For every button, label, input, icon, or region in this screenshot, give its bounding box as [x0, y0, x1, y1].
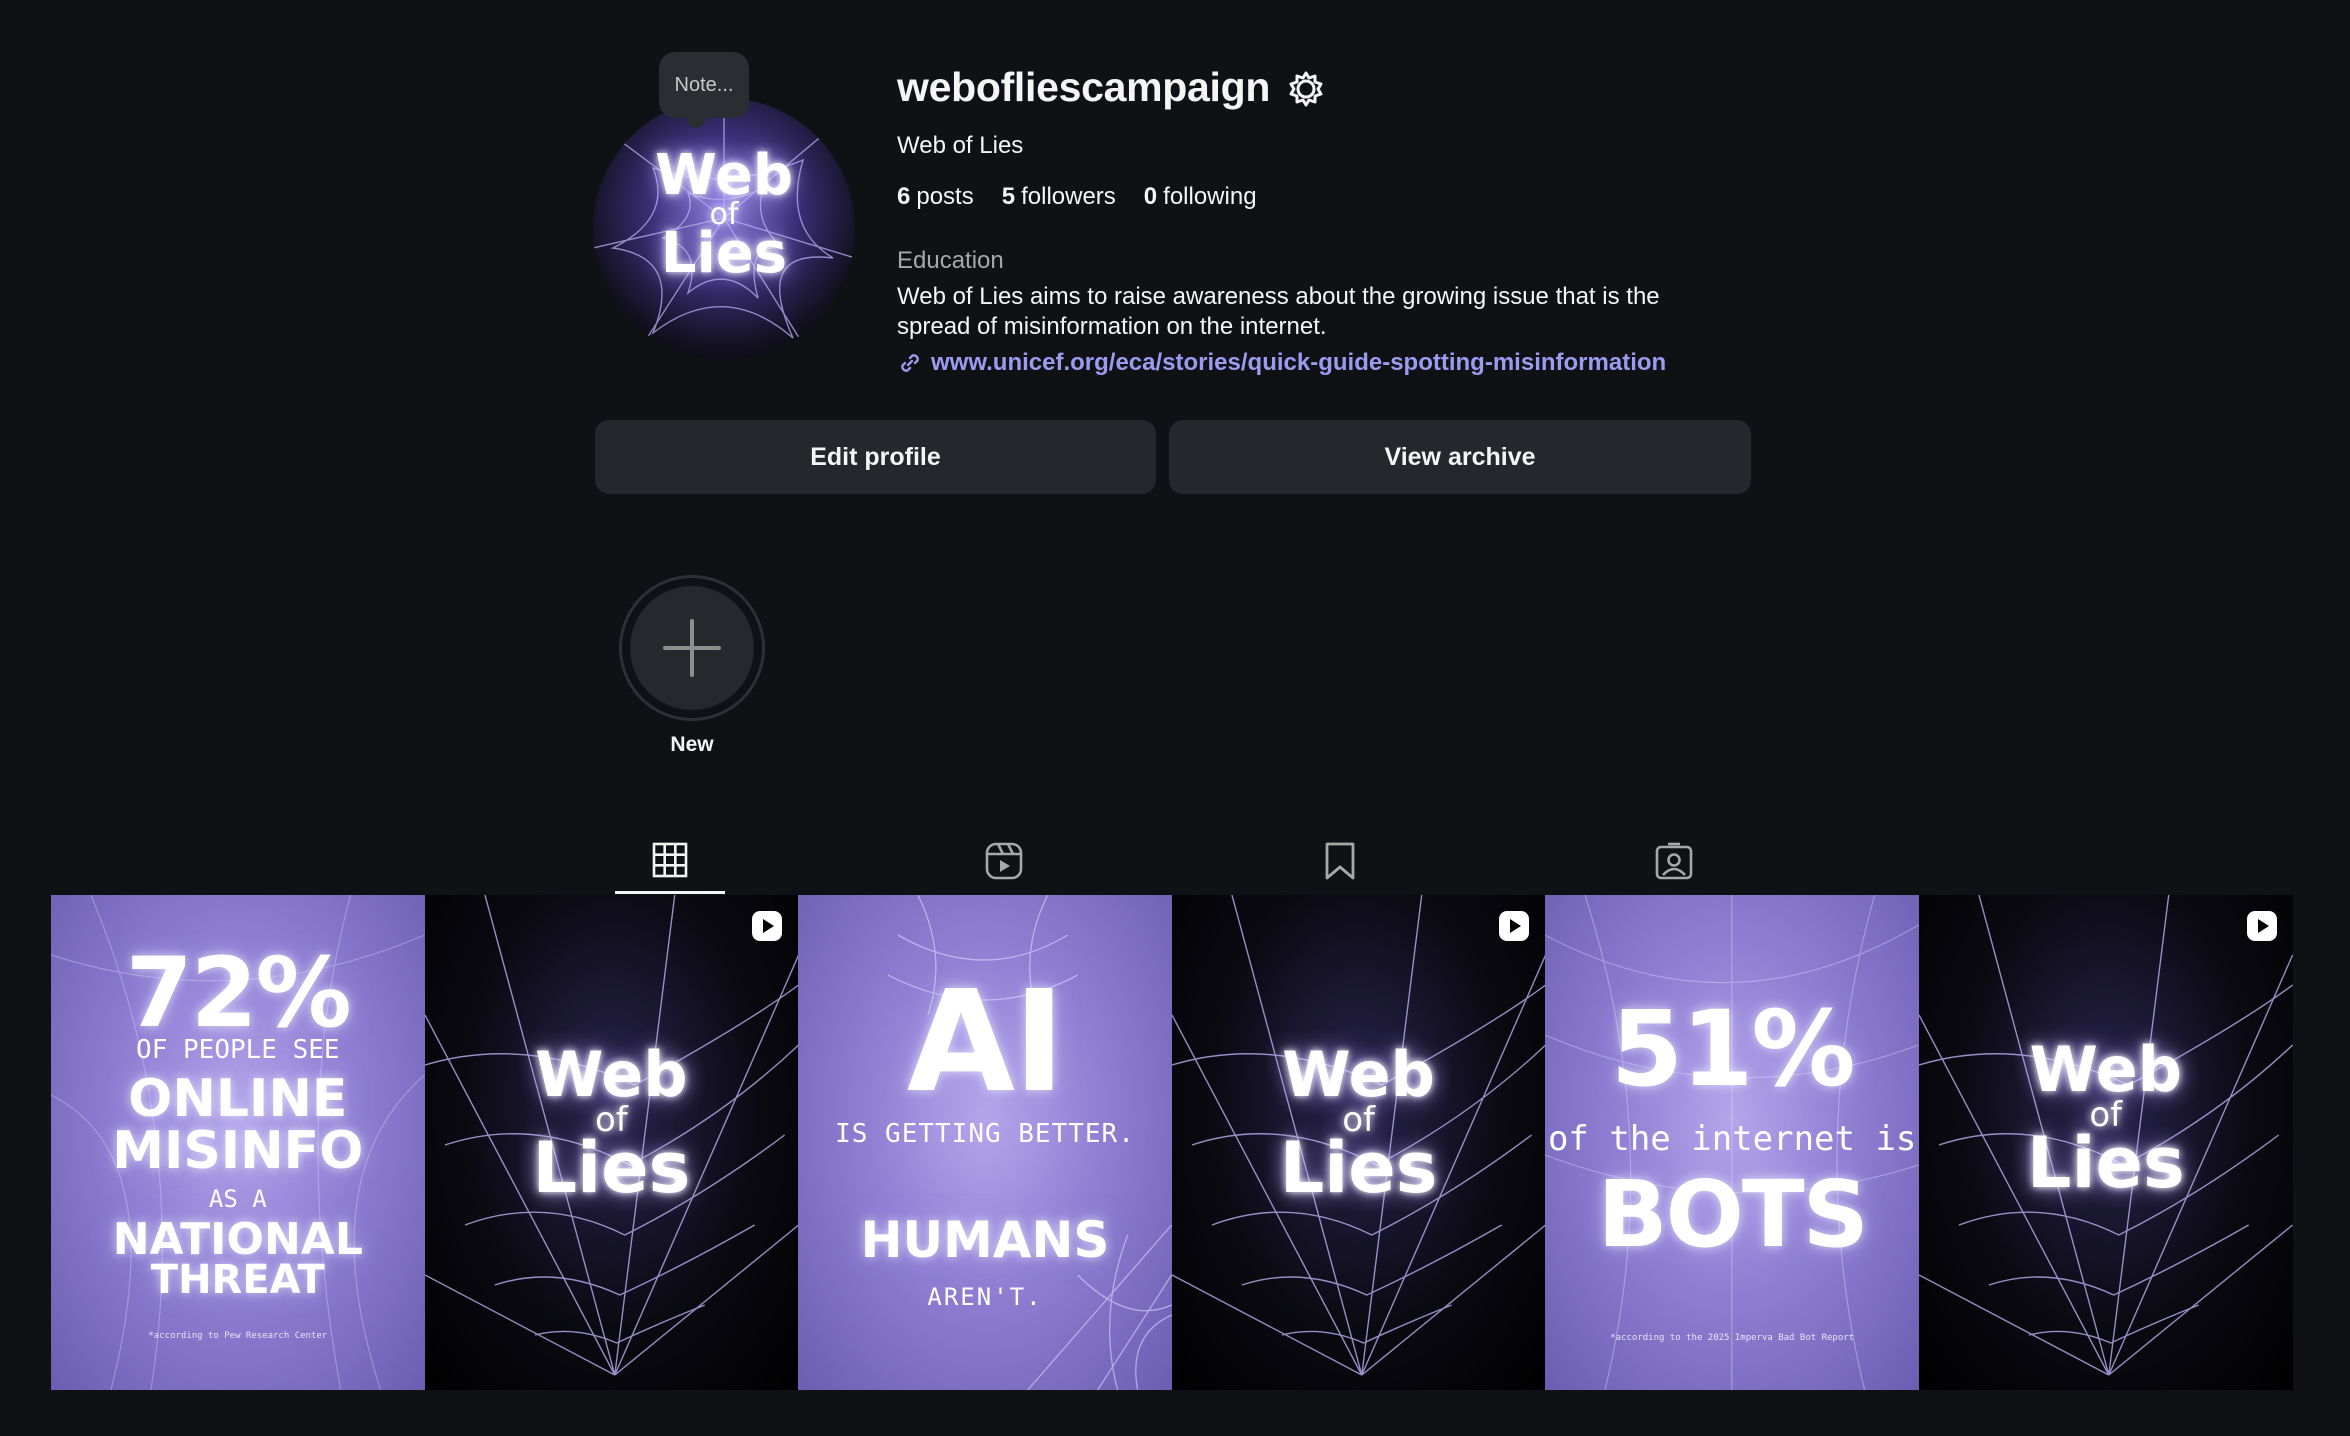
post-text-line: BOTS [1597, 1161, 1868, 1268]
full-name: Web of Lies [897, 132, 1024, 159]
post-footnote: *according to the 2025 Imperva Bad Bot R… [1610, 1333, 1855, 1343]
username: webofliescampaign [897, 64, 1271, 110]
profile-category: Education [897, 247, 1004, 274]
profile-avatar[interactable]: Web of Lies [593, 98, 855, 360]
post-text-line: THREAT [150, 1257, 325, 1303]
tab-saved[interactable] [1285, 828, 1395, 894]
post-logo-lies: Lies [532, 1127, 691, 1209]
view-archive-button[interactable]: View archive [1169, 420, 1751, 494]
post-headline: AI [906, 961, 1065, 1124]
post-ai-humans[interactable]: AI IS GETTING BETTER. HUMANS AREN'T. [798, 895, 1172, 1390]
link-icon [901, 354, 919, 372]
post-logo-web: Web [535, 1038, 688, 1111]
posts-stat: 6 posts [897, 183, 974, 210]
grid-icon [652, 842, 688, 877]
avatar-logo-lies: Lies [660, 221, 788, 286]
settings-gear-icon[interactable] [1286, 69, 1326, 109]
following-stat[interactable]: 0 following [1144, 183, 1257, 211]
post-text-line: of the internet is [1547, 1119, 1917, 1159]
reel-badge-icon [752, 911, 783, 941]
post-headline: 51% [1610, 988, 1856, 1110]
plus-icon [663, 619, 721, 677]
post-text-line: AS A [208, 1185, 267, 1213]
reel-badge-icon [1499, 911, 1530, 941]
post-footnote: *according to Pew Research Center [148, 1331, 328, 1341]
bookmark-icon [1325, 842, 1355, 880]
post-text-line: AREN'T. [927, 1283, 1043, 1311]
post-headline: 72% [125, 937, 352, 1049]
post-logo-lies: Lies [2026, 1122, 2185, 1204]
post-text-line: MISINFO [112, 1121, 364, 1181]
tagged-icon [1655, 842, 1693, 880]
new-highlight-button[interactable] [619, 575, 765, 721]
post-web-of-lies-reel[interactable]: Web of Lies [1171, 895, 1546, 1390]
post-logo-web: Web [2029, 1033, 2183, 1106]
post-51-percent-bots[interactable]: 51% of the internet is BOTS *according t… [1545, 895, 1919, 1390]
post-logo-lies: Lies [1279, 1127, 1438, 1209]
post-text-line: HUMANS [860, 1211, 1110, 1269]
note-bubble[interactable]: Note... [659, 52, 749, 128]
profile-link-text[interactable]: www.unicef.org/eca/stories/quick-guide-s… [931, 349, 1666, 377]
tab-posts[interactable] [615, 828, 725, 894]
edit-profile-button[interactable]: Edit profile [595, 420, 1156, 494]
tab-reels[interactable] [949, 828, 1059, 894]
post-grid: 72% OF PEOPLE SEE ONLINE MISINFO AS A NA… [51, 895, 2293, 1390]
profile-stats: 6 posts 5 followers 0 following [897, 183, 1257, 211]
reels-icon [985, 842, 1023, 880]
post-text-line: OF PEOPLE SEE [136, 1035, 340, 1065]
avatar[interactable]: Web of Lies [593, 98, 855, 360]
tab-tagged[interactable] [1619, 828, 1729, 894]
followers-stat[interactable]: 5 followers [1002, 183, 1116, 211]
profile-bio: Web of Lies aims to raise awareness abou… [897, 283, 1660, 340]
new-highlight-label: New [670, 733, 714, 756]
profile-link[interactable]: www.unicef.org/eca/stories/quick-guide-s… [897, 349, 1666, 377]
reel-badge-icon [2246, 911, 2277, 941]
post-text-line: ONLINE [128, 1069, 348, 1129]
avatar-logo: Web of Lies [593, 143, 855, 286]
post-web-of-lies-reel[interactable]: Web of Lies [424, 895, 799, 1390]
avatar-logo-web: Web [655, 143, 793, 208]
post-72-percent[interactable]: 72% OF PEOPLE SEE ONLINE MISINFO AS A NA… [51, 895, 425, 1390]
post-logo-web: Web [1282, 1038, 1435, 1111]
new-highlight-circle[interactable] [630, 586, 754, 710]
post-web-of-lies-reel[interactable]: Web of Lies [1918, 895, 2293, 1390]
post-text-line: IS GETTING BETTER. [835, 1119, 1135, 1149]
